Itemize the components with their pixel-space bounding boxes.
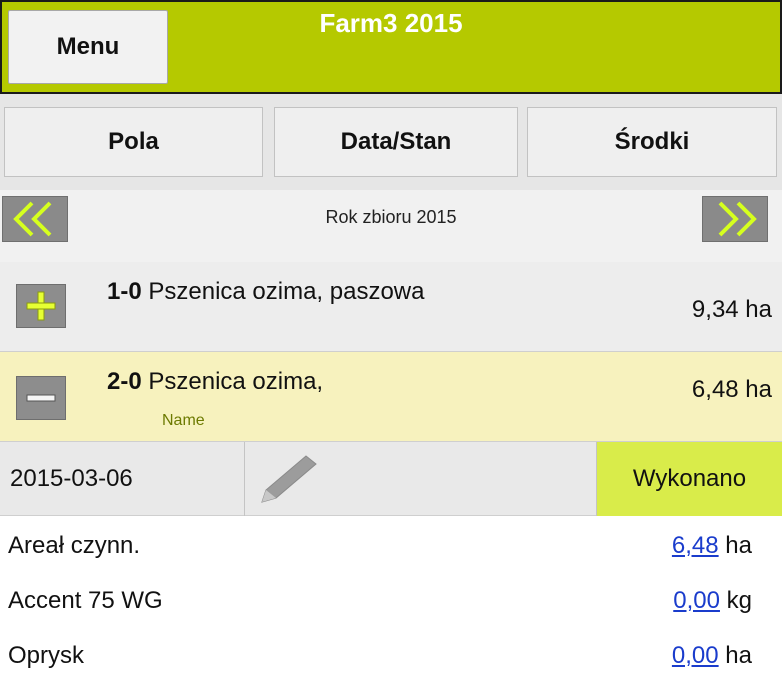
detail-row: Areał czynn. 6,48 ha — [0, 518, 782, 572]
detail-value-group: 6,48 ha — [672, 532, 752, 560]
field-number: 1-0 — [107, 278, 142, 305]
detail-value-link[interactable]: 6,48 — [672, 532, 719, 559]
field-area: 9,34 ha — [691, 296, 772, 323]
detail-unit: ha — [725, 532, 752, 559]
detail-value-link[interactable]: 0,00 — [673, 587, 720, 614]
detail-label: Areał czynn. — [8, 532, 141, 559]
field-name: 1-0 Pszenica ozima, paszowa — [107, 278, 425, 306]
next-year-button[interactable] — [702, 196, 768, 242]
detail-label: Accent 75 WG — [8, 587, 163, 614]
field-crop: Pszenica ozima, paszowa — [148, 278, 425, 305]
tab-bar: Pola Data/Stan Środki — [0, 94, 782, 190]
status-button[interactable]: Wykonano — [596, 442, 782, 516]
tab-srodki[interactable]: Środki — [527, 107, 777, 177]
operation-date[interactable]: 2015-03-06 — [0, 442, 245, 516]
detail-row: Oprysk 0,00 ha — [0, 628, 782, 682]
field-row[interactable]: 1-0 Pszenica ozima, paszowa 9,34 ha — [0, 262, 782, 352]
field-row-selected[interactable]: 2-0 Pszenica ozima, Name 6,48 ha — [0, 352, 782, 442]
app-header: Menu Farm3 2015 — [0, 0, 782, 94]
harvest-year-label: Rok zbioru 2015 — [325, 207, 457, 227]
expand-field-button[interactable] — [16, 284, 66, 328]
field-name: 2-0 Pszenica ozima, — [107, 368, 323, 396]
app-title: Farm3 2015 — [319, 8, 463, 38]
double-chevron-right-icon — [718, 201, 757, 237]
detail-value-group: 0,00 ha — [672, 642, 752, 670]
operation-row: 2015-03-06 Wykonano — [0, 442, 782, 516]
collapse-field-button[interactable] — [16, 376, 66, 420]
edit-operation-button[interactable] — [256, 452, 326, 508]
detail-value-link[interactable]: 0,00 — [672, 642, 719, 669]
pencil-icon — [261, 455, 317, 503]
detail-label: Oprysk — [8, 642, 85, 669]
detail-unit: ha — [725, 642, 752, 669]
tab-pola[interactable]: Pola — [4, 107, 263, 177]
detail-value-group: 0,00 kg — [673, 587, 752, 615]
year-navigation: Rok zbioru 2015 — [0, 190, 782, 262]
tab-data-stan[interactable]: Data/Stan — [274, 107, 518, 177]
detail-unit: kg — [726, 587, 752, 614]
plus-icon — [26, 291, 56, 321]
field-crop: Pszenica ozima, — [148, 368, 324, 395]
field-number: 2-0 — [107, 368, 142, 395]
minus-icon — [26, 394, 56, 402]
field-sub-label: Name — [162, 412, 205, 429]
field-area: 6,48 ha — [691, 376, 772, 403]
detail-row: Accent 75 WG 0,00 kg — [0, 573, 782, 627]
